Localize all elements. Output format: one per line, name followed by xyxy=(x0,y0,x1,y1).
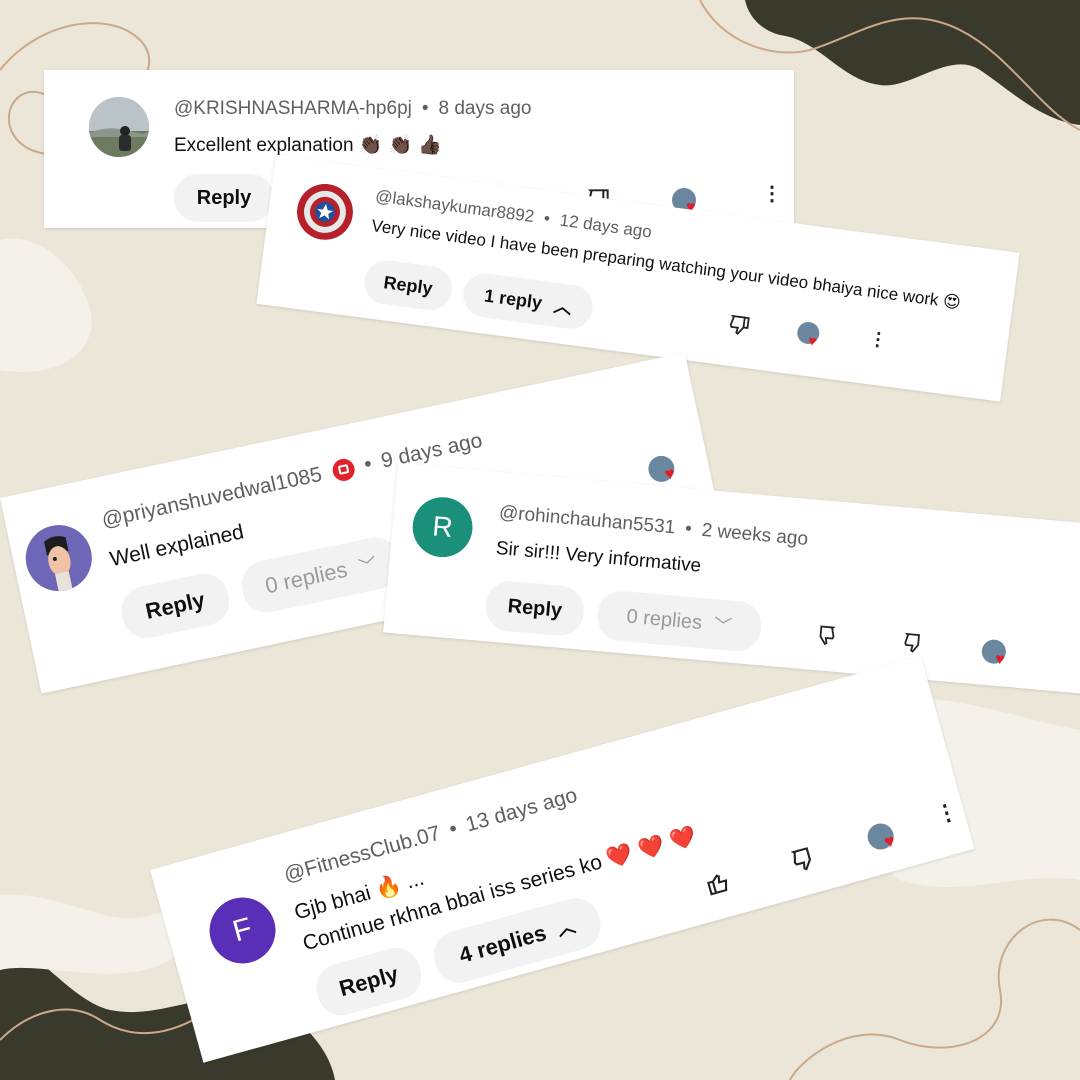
shield-icon xyxy=(296,183,353,240)
dislike-icon[interactable] xyxy=(726,312,753,339)
reply-label: Reply xyxy=(143,586,208,624)
chevron-down-icon: ﹀ xyxy=(356,554,379,578)
avatar-circle: R xyxy=(410,494,476,560)
creator-heart-avatar[interactable]: ♥ xyxy=(864,820,898,853)
heart-icon: ♥ xyxy=(662,463,677,485)
reply-button[interactable]: Reply xyxy=(117,569,234,643)
like-icon[interactable] xyxy=(701,865,735,899)
timestamp[interactable]: 2 weeks ago xyxy=(701,520,809,550)
heart-emoji: ❤️ ❤️ ❤️ xyxy=(603,823,699,872)
more-options-icon[interactable]: ⋮ xyxy=(762,184,782,204)
reply-label: Reply xyxy=(196,186,252,209)
reply-button[interactable]: Reply xyxy=(361,257,455,313)
more-options-icon[interactable]: ⋮ xyxy=(868,328,888,350)
comment-header: @KRISHNASHARMA-hp6pj • 8 days ago xyxy=(174,98,531,120)
cartoon-avatar-icon xyxy=(25,525,92,592)
replies-label: 0 replies xyxy=(625,605,704,634)
fire-emoji: 🔥 xyxy=(372,871,405,902)
reply-label: Reply xyxy=(382,271,434,298)
separator-dot: • xyxy=(362,452,375,477)
timestamp[interactable]: 12 days ago xyxy=(559,211,653,242)
dislike-icon[interactable] xyxy=(901,630,927,656)
replies-toggle[interactable]: 0 replies ﹀ xyxy=(237,532,405,618)
comment-emoji: 😍 xyxy=(941,291,962,314)
comment-body: Very nice video I have been preparing wa… xyxy=(370,216,940,310)
comment-body: Sir sir!!! Very informative xyxy=(495,537,702,577)
reply-button[interactable]: Reply xyxy=(483,579,586,638)
reply-button[interactable]: Reply xyxy=(174,174,274,222)
bottom-left-light-blob xyxy=(0,894,183,974)
chevron-up-icon: ︿ xyxy=(554,915,578,940)
comment-text: Well explained xyxy=(108,520,246,572)
user-avatar-cartoon[interactable] xyxy=(19,518,98,598)
avatar-letter: F xyxy=(229,911,256,949)
comment-text: Sir sir!!! Very informative xyxy=(495,538,702,578)
user-avatar-shield[interactable] xyxy=(294,180,357,243)
reply-label: Reply xyxy=(336,961,401,1002)
timestamp[interactable]: 8 days ago xyxy=(439,98,532,119)
replies-toggle[interactable]: 1 reply ︿ xyxy=(460,270,596,332)
timestamp[interactable]: 13 days ago xyxy=(463,784,579,837)
creator-heart-avatar[interactable]: ♥ xyxy=(645,453,677,485)
username[interactable]: @rohinchauhan5531 xyxy=(498,502,676,538)
user-avatar-letter[interactable]: R xyxy=(410,494,476,560)
avatar-circle: F xyxy=(201,889,284,972)
separator-dot: • xyxy=(542,208,552,229)
username[interactable]: @KRISHNASHARMA-hp6pj xyxy=(174,98,412,119)
replies-label: 4 replies xyxy=(456,919,549,968)
avatar-letter: R xyxy=(431,510,455,543)
comment-emoji: 👏🏿 👏🏿 👍🏿 xyxy=(358,134,442,156)
ellipsis: ... xyxy=(403,866,427,894)
comment-text: Excellent explanation 👏🏿 👏🏿 👍🏿 xyxy=(174,133,442,157)
heart-icon: ♥ xyxy=(807,332,818,350)
swirl-line-bottom-right xyxy=(789,918,1080,1080)
dislike-icon[interactable] xyxy=(788,841,822,875)
replies-toggle[interactable]: 0 replies ﹀ xyxy=(595,589,764,654)
heart-icon: ♥ xyxy=(881,830,898,853)
separator-dot: • xyxy=(446,816,460,842)
separator-dot: • xyxy=(421,98,429,119)
more-options-icon[interactable]: ⋮ xyxy=(933,798,961,828)
heart-icon: ♥ xyxy=(994,650,1006,669)
creator-heart-avatar[interactable]: ♥ xyxy=(795,320,821,350)
left-light-blob xyxy=(0,238,92,372)
chevron-down-icon: ﹀ xyxy=(712,615,733,637)
member-badge-icon xyxy=(331,457,358,484)
reply-label: Reply xyxy=(506,594,563,622)
comment-body: Excellent explanation xyxy=(174,135,354,156)
user-avatar-photo[interactable] xyxy=(89,97,149,157)
replies-label: 1 reply xyxy=(483,284,544,313)
user-avatar-letter[interactable]: F xyxy=(201,889,284,972)
photo-avatar-icon xyxy=(89,97,149,157)
separator-dot: • xyxy=(684,518,693,540)
username[interactable]: @priyanshuvedwal1085 xyxy=(100,463,324,532)
replies-label: 0 replies xyxy=(262,556,350,599)
comment-body: Well explained xyxy=(107,520,246,572)
creator-heart-avatar[interactable]: ♥ xyxy=(980,638,1007,669)
like-icon[interactable] xyxy=(812,622,838,648)
chevron-up-icon: ︿ xyxy=(552,295,573,318)
